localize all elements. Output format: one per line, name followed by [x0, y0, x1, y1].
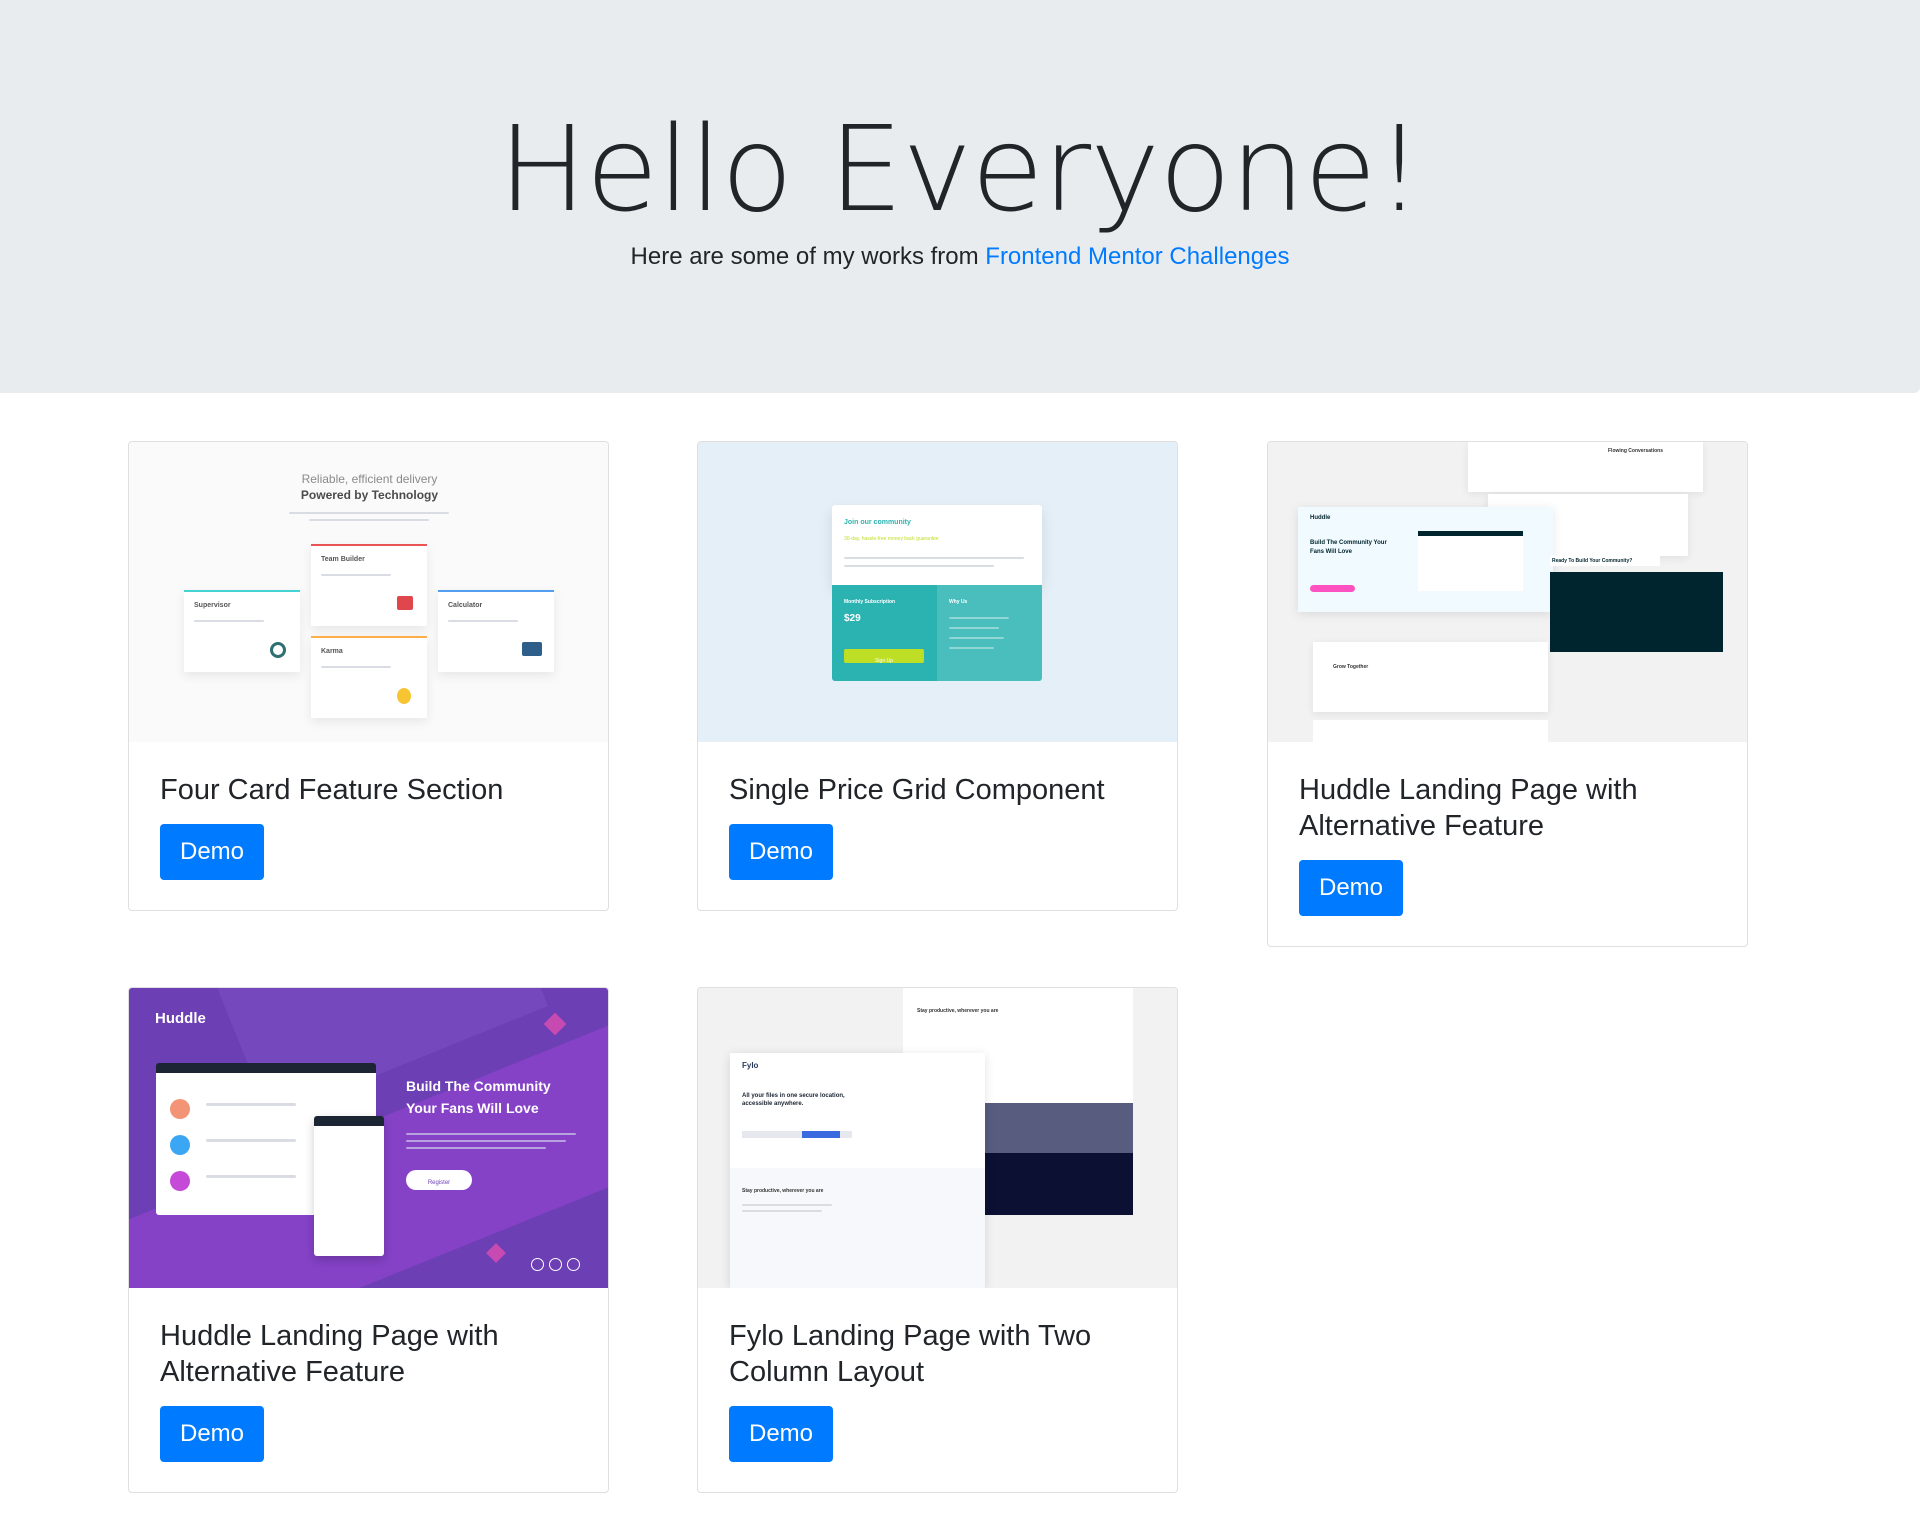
- preview-heading-light: Reliable, efficient delivery: [301, 472, 438, 486]
- card-title: Fylo Landing Page with Two Column Layout: [729, 1320, 1092, 1388]
- preview-card-calculator: Calculator: [438, 590, 554, 672]
- project-thumbnail-four-card: Reliable, efficient delivery Powered by …: [129, 442, 608, 742]
- demo-button[interactable]: Demo: [729, 1406, 834, 1462]
- project-card: Huddle Build The Community Your Fans Wil…: [128, 987, 609, 1493]
- preview-register-button: Register: [406, 1170, 472, 1190]
- preview-logo: Huddle: [155, 1010, 206, 1027]
- page-title: Hello Everyone!: [498, 100, 1423, 238]
- frontend-mentor-link[interactable]: Frontend Mentor Challenges: [985, 243, 1289, 270]
- preview-why: Why Us: [949, 599, 968, 605]
- project-thumbnail-huddle-light: Flowing Conversations Huddle Build The C…: [1268, 442, 1747, 742]
- demo-button[interactable]: Demo: [1299, 860, 1404, 916]
- card-title: Huddle Landing Page with Alternative Fea…: [160, 1320, 499, 1388]
- project-thumbnail-fylo: Stay productive, wherever you are Fylo A…: [698, 988, 1177, 1288]
- project-card: Reliable, efficient delivery Powered by …: [128, 441, 609, 911]
- project-thumbnail-huddle-purple: Huddle Build The Community Your Fans Wil…: [129, 988, 608, 1288]
- jumbotron: Hello Everyone! Here are some of my work…: [0, 0, 1920, 393]
- preview-headline: Build The Community Your Fans Will Love: [1310, 540, 1387, 555]
- preview-join: Join our community: [844, 519, 911, 526]
- card-title: Huddle Landing Page with Alternative Fea…: [1299, 774, 1638, 842]
- preview-guarantee: 30-day, hassle-free money back guarantee: [844, 536, 939, 542]
- preview-logo: Huddle: [1310, 515, 1331, 521]
- preview-card-karma: Karma: [311, 636, 427, 718]
- project-card: Join our community 30-day, hassle-free m…: [697, 441, 1178, 911]
- demo-button[interactable]: Demo: [160, 1406, 265, 1462]
- demo-button[interactable]: Demo: [729, 824, 834, 880]
- card-title: Single Price Grid Component: [729, 774, 1105, 806]
- demo-button[interactable]: Demo: [160, 824, 265, 880]
- page-subtitle: Here are some of my works from Frontend …: [0, 241, 1920, 273]
- preview-price: $29: [844, 613, 861, 624]
- subtitle-text: Here are some of my works from: [630, 243, 986, 270]
- preview-logo: Fylo: [742, 1061, 759, 1070]
- preview-card-team: Team Builder: [311, 544, 427, 626]
- preview-card-supervisor: Supervisor: [184, 590, 300, 672]
- project-card: Stay productive, wherever you are Fylo A…: [697, 987, 1178, 1493]
- preview-headline-2: Your Fans Will Love: [406, 1100, 539, 1116]
- preview-monthly: Monthly Subscription: [844, 599, 896, 605]
- preview-headline: All your files in one secure location, a…: [742, 1093, 845, 1107]
- preview-signup: Sign Up: [844, 649, 924, 664]
- preview-headline-1: Build The Community: [406, 1078, 551, 1094]
- project-thumbnail-price-grid: Join our community 30-day, hassle-free m…: [698, 442, 1177, 742]
- card-title: Four Card Feature Section: [160, 774, 504, 806]
- project-card: Flowing Conversations Huddle Build The C…: [1267, 441, 1748, 947]
- preview-heading-bold: Powered by Technology: [300, 488, 439, 502]
